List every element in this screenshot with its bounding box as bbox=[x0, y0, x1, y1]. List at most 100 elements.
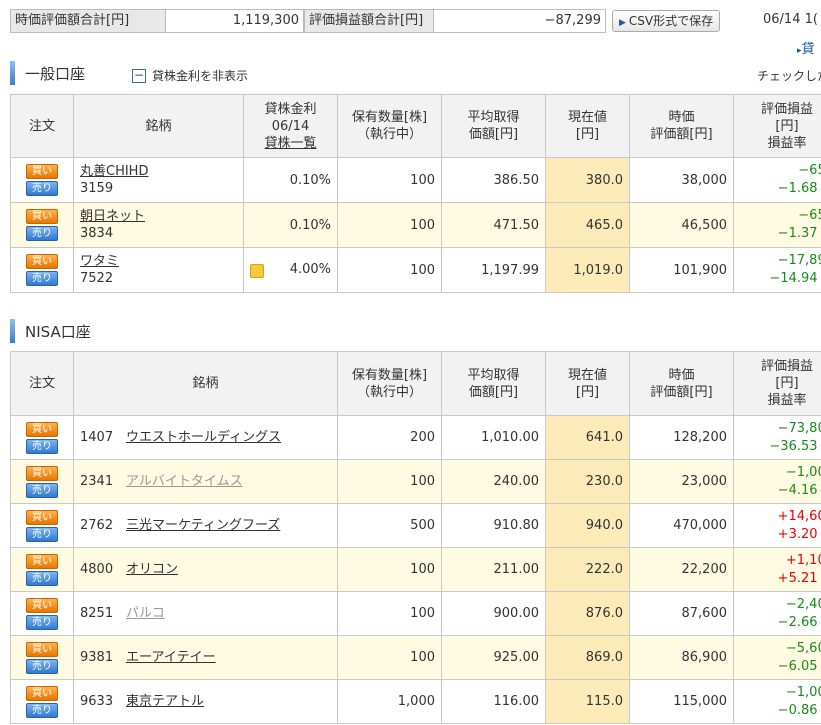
sell-button[interactable]: 売り bbox=[26, 570, 58, 586]
current-price: 1,019.0 bbox=[545, 247, 630, 293]
section-bar bbox=[10, 319, 15, 343]
stock-code: 9633 bbox=[80, 694, 114, 709]
pl-cell: −5,600 −6.05 % bbox=[733, 635, 821, 680]
pl-amount: −2,400 bbox=[785, 596, 821, 612]
stock-name-link[interactable]: ワタミ bbox=[80, 254, 119, 269]
sell-button[interactable]: 売り bbox=[26, 181, 58, 196]
market-value: 23,000 bbox=[629, 459, 734, 504]
quantity: 100 bbox=[337, 459, 442, 504]
average-price: 925.00 bbox=[441, 635, 546, 680]
stock-name-link[interactable]: パルコ bbox=[126, 606, 165, 621]
order-cell: 買い 売り bbox=[10, 247, 74, 293]
col-current: 現在値 [円] bbox=[545, 94, 630, 158]
order-cell: 買い 売り bbox=[10, 635, 74, 680]
sell-button[interactable]: 売り bbox=[26, 438, 58, 454]
csv-save-button[interactable]: ▶ CSV形式で保存 bbox=[612, 10, 721, 32]
sell-button[interactable]: 売り bbox=[26, 526, 58, 542]
lending-link[interactable]: ▸貸 bbox=[797, 38, 815, 57]
pl-cell: −650 −1.37 % bbox=[733, 202, 821, 248]
market-value: 38,000 bbox=[629, 157, 734, 203]
hide-rate-toggle[interactable]: − 貸株金利を非表示 bbox=[132, 67, 248, 84]
pl-cell: −2,400 −2.66 % bbox=[733, 591, 821, 636]
stock-name-link[interactable]: ウエストホールディングス bbox=[126, 430, 281, 445]
sell-button[interactable]: 売り bbox=[26, 702, 58, 718]
stock-code: 1407 bbox=[80, 430, 114, 445]
lending-rate-cell: 0.10% bbox=[243, 157, 338, 203]
order-cell: 買い 売り bbox=[10, 547, 74, 592]
market-value: 46,500 bbox=[629, 202, 734, 248]
buy-button[interactable]: 買い bbox=[26, 254, 58, 269]
buy-button[interactable]: 買い bbox=[26, 685, 58, 701]
general-table: 注文 銘柄 貸株金利 06/14 貸株一覧 保有数量[株] （執行中） 平均取得 価額[… bbox=[10, 94, 821, 293]
stock-name-link[interactable]: 三光マーケティングフーズ bbox=[126, 518, 280, 533]
check-text: チェックした bbox=[757, 69, 821, 83]
col-current: 現在値 [円] bbox=[545, 351, 630, 416]
stock-code: 4800 bbox=[80, 562, 114, 577]
current-price: 876.0 bbox=[545, 591, 630, 636]
current-price: 115.0 bbox=[545, 679, 630, 724]
col-qty: 保有数量[株] （執行中） bbox=[337, 351, 442, 416]
sell-button[interactable]: 売り bbox=[26, 482, 58, 498]
buy-button[interactable]: 買い bbox=[26, 209, 58, 224]
table-row: 買い 売り 1407 ウエストホールディングス 200 1,010.00 641.0 128,… bbox=[10, 415, 821, 460]
table-row: 買い売り 4800 オリコン 100211.00222.022,200 +1,100 +5… bbox=[10, 547, 821, 592]
order-cell: 買い 売り bbox=[10, 591, 74, 636]
buy-button[interactable]: 買い bbox=[26, 641, 58, 657]
pl-amount: −73,800 bbox=[777, 420, 821, 436]
col-market-value: 時価 評価額[円] bbox=[629, 94, 734, 158]
pl-rate: +3.20 % bbox=[777, 526, 821, 542]
table-header: 注文 銘柄 貸株金利 06/14 貸株一覧 保有数量[株] （執行中） 平均取得 価額[… bbox=[10, 94, 821, 158]
buy-button[interactable]: 買い bbox=[26, 465, 58, 481]
stock-name-cell: ワタミ 7522 bbox=[73, 247, 244, 293]
pl-amount: −650 bbox=[798, 163, 821, 178]
table-row: 買い 売り ワタミ 7522 4.00% 100 1,197.99 1,019.0 101,90… bbox=[10, 247, 821, 293]
buy-button[interactable]: 買い bbox=[26, 597, 58, 613]
col-market-value: 時価 評価額[円] bbox=[629, 351, 734, 416]
section-bar bbox=[10, 61, 15, 85]
average-price: 116.00 bbox=[441, 679, 546, 724]
buy-button[interactable]: 買い bbox=[26, 553, 58, 569]
stock-name-link[interactable]: 丸善CHIHD bbox=[80, 164, 148, 179]
sell-button[interactable]: 売り bbox=[26, 658, 58, 674]
sell-button[interactable]: 売り bbox=[26, 226, 58, 241]
stock-name-cell: 1407 ウエストホールディングス bbox=[73, 415, 338, 460]
quantity: 100 bbox=[337, 202, 442, 248]
table-row: 買い 売り 朝日ネット 3834 0.10% 100 471.50 465.0 46,500 −6… bbox=[10, 202, 821, 248]
total-value-label: 時価評価額合計[円] bbox=[10, 9, 166, 33]
pl-rate: +5.21 % bbox=[777, 570, 821, 586]
stock-code: 3834 bbox=[80, 226, 114, 241]
col-order: 注文 bbox=[10, 351, 74, 416]
stock-name-link[interactable]: オリコン bbox=[126, 562, 178, 577]
stock-name-link[interactable]: 東京テアトル bbox=[126, 694, 204, 709]
table-row: 買い売り 8251 パルコ 100900.00876.087,600 −2,400 −2.… bbox=[10, 591, 821, 636]
table-row: 買い 売り 9633 東京テアトル 1,000 116.00 115.0 115,000 −1,… bbox=[10, 679, 821, 724]
stock-name-link[interactable]: 朝日ネット bbox=[80, 209, 145, 224]
pl-amount: −5,600 bbox=[785, 640, 821, 656]
sell-button[interactable]: 売り bbox=[26, 271, 58, 286]
stock-code: 8251 bbox=[80, 606, 114, 621]
pl-rate: −0.86 % bbox=[777, 702, 821, 718]
current-price: 222.0 bbox=[545, 547, 630, 592]
pl-cell: −650 −1.68 % bbox=[733, 157, 821, 203]
current-price: 230.0 bbox=[545, 459, 630, 504]
average-price: 240.00 bbox=[441, 459, 546, 504]
coin-icon bbox=[250, 264, 264, 278]
pl-rate: −14.94 % bbox=[769, 271, 821, 286]
buy-button[interactable]: 買い bbox=[26, 164, 58, 179]
market-value: 87,600 bbox=[629, 591, 734, 636]
order-cell: 買い 売り bbox=[10, 459, 74, 504]
sell-button[interactable]: 売り bbox=[26, 614, 58, 630]
lending-rate-cell: 0.10% bbox=[243, 202, 338, 248]
current-price: 869.0 bbox=[545, 635, 630, 680]
buy-button[interactable]: 買い bbox=[26, 421, 58, 437]
buy-button[interactable]: 買い bbox=[26, 509, 58, 525]
stock-name-link[interactable]: アルバイトタイムス bbox=[126, 474, 243, 489]
pl-cell: −17,899 −14.94 % bbox=[733, 247, 821, 293]
stock-name-link[interactable]: エーアイテイー bbox=[126, 650, 216, 665]
lending-list-link[interactable]: 貸株一覧 bbox=[264, 136, 316, 151]
pl-amount: +14,600 bbox=[777, 508, 821, 524]
lending-rate-cell: 4.00% bbox=[243, 247, 338, 293]
current-price: 940.0 bbox=[545, 503, 630, 548]
pl-amount: −1,000 bbox=[785, 684, 821, 700]
table-header: 注文 銘柄 保有数量[株] （執行中） 平均取得 価額[円] 現在値 [円] 時価 評価… bbox=[10, 351, 821, 416]
